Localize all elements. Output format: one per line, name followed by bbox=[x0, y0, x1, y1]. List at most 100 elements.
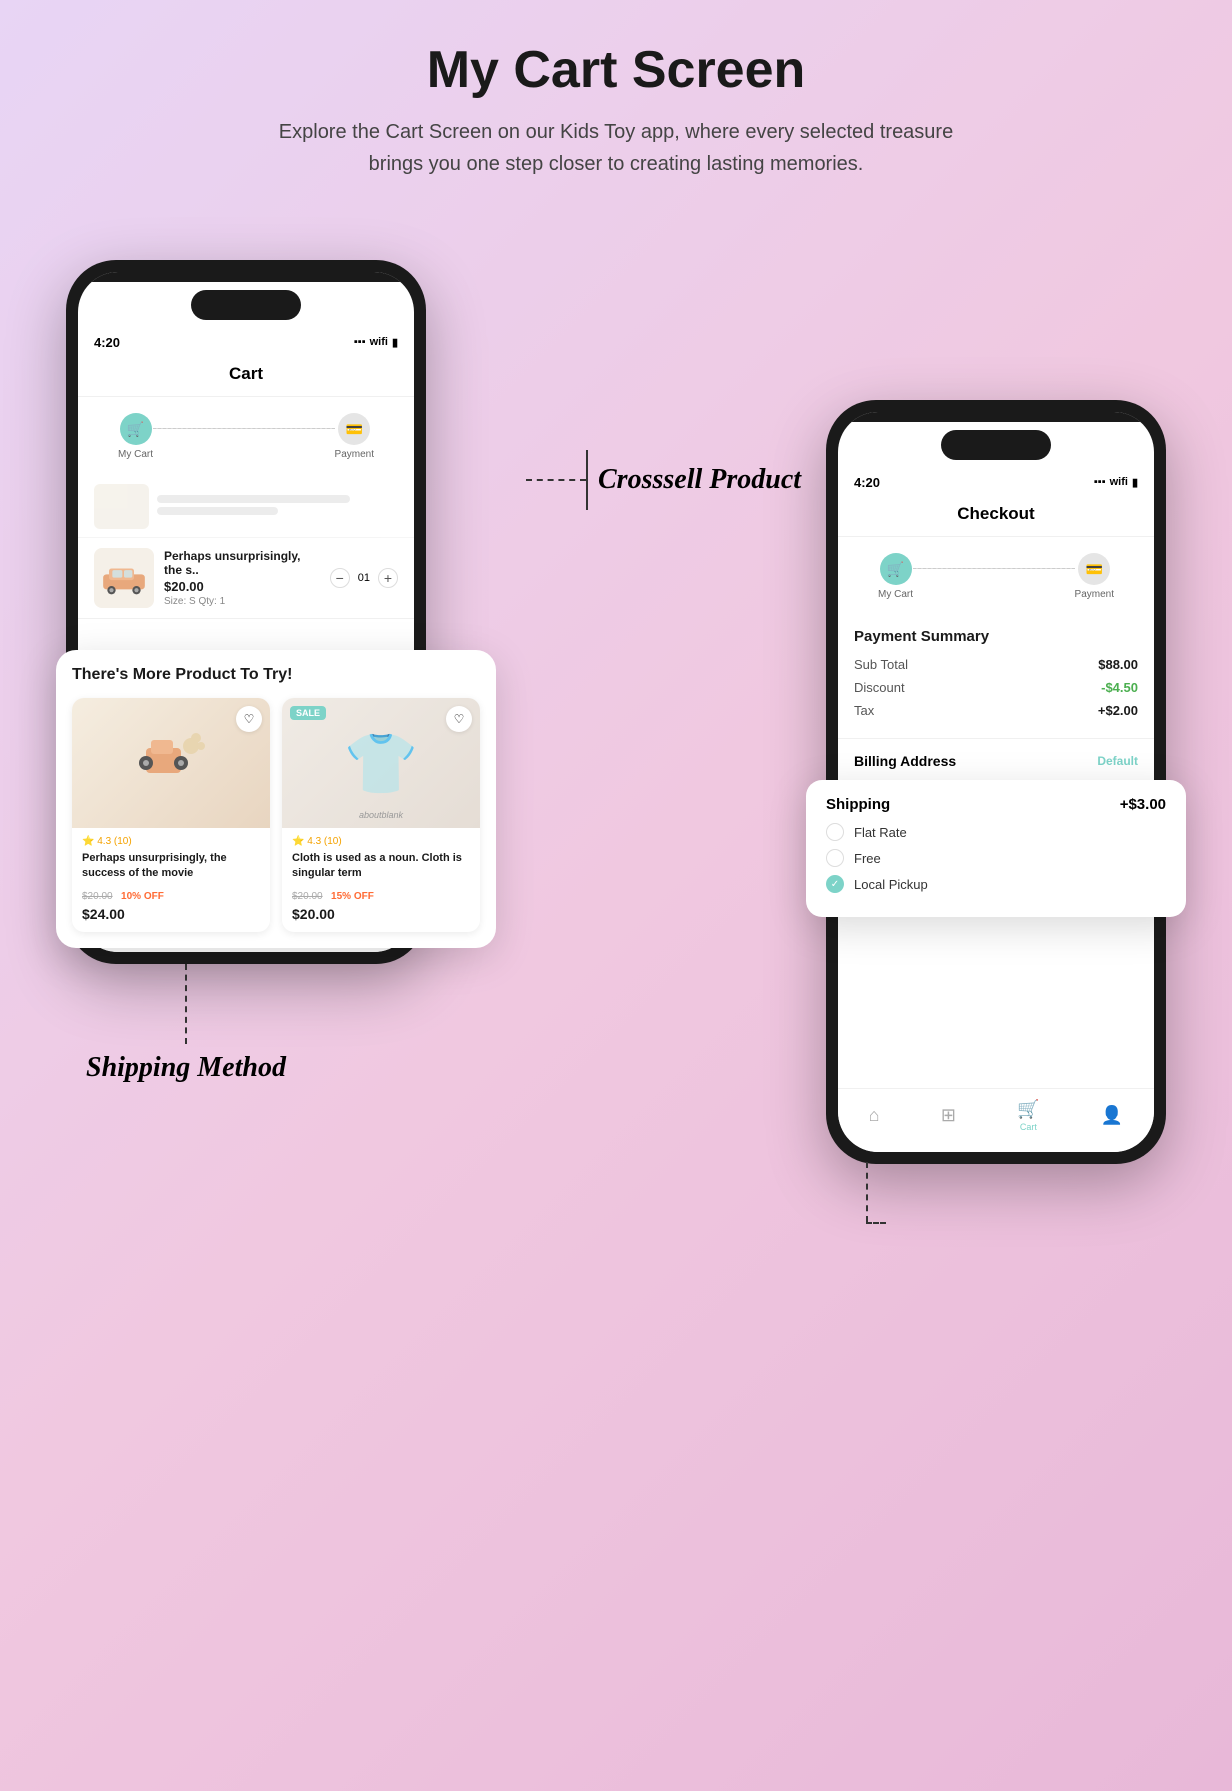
product-card-2[interactable]: 👕 aboutblank SALE ♡ ⭐ 4.3 (10) Cloth is … bbox=[282, 698, 480, 932]
checkout-grid-icon: ⊞ bbox=[941, 1105, 956, 1126]
billing-title: Billing Address bbox=[854, 753, 956, 769]
steps-progress: 🛒 My Cart 💳 Payment bbox=[78, 397, 414, 476]
discount-value: -$4.50 bbox=[1101, 680, 1138, 695]
page-subtitle: Explore the Cart Screen on our Kids Toy … bbox=[266, 116, 966, 180]
tax-row: Tax +$2.00 bbox=[854, 703, 1138, 718]
checkout-nav-cart-label: Cart bbox=[1020, 1122, 1037, 1132]
toy-car-image bbox=[99, 561, 149, 596]
subtotal-row: Sub Total $88.00 bbox=[854, 657, 1138, 672]
wishlist-btn-2[interactable]: ♡ bbox=[446, 706, 472, 732]
shirt-illustration: 👕 bbox=[344, 728, 419, 799]
cart-item-size: Size: S Qty: 1 bbox=[164, 596, 320, 607]
product-1-orig-price: $20.00 bbox=[82, 891, 113, 902]
cart-item-image bbox=[94, 548, 154, 608]
partial-item-text bbox=[157, 495, 398, 519]
product-1-pricing: $20.00 10% OFF bbox=[82, 886, 260, 904]
flatrate-radio[interactable] bbox=[826, 823, 844, 841]
subtotal-value: $88.00 bbox=[1098, 657, 1138, 672]
tax-label: Tax bbox=[854, 703, 874, 718]
product-2-name: Cloth is used as a noun. Cloth is singul… bbox=[292, 851, 470, 882]
checkout-nav-home[interactable]: ⌂ bbox=[869, 1105, 880, 1126]
crossell-title: There's More Product To Try! bbox=[72, 666, 480, 684]
product-2-rating: ⭐ 4.3 (10) bbox=[292, 836, 470, 847]
checkout-step1-circle: 🛒 bbox=[880, 553, 912, 585]
checkout-status-bar: 4:20 ▪▪▪ wifi ▮ bbox=[838, 468, 1154, 496]
battery-icon: ▮ bbox=[392, 336, 398, 349]
checkout-status-icons: ▪▪▪ wifi ▮ bbox=[1094, 476, 1138, 489]
product-2-image: 👕 aboutblank SALE ♡ bbox=[282, 698, 480, 828]
page-title: My Cart Screen bbox=[427, 40, 806, 100]
partial-item-image bbox=[94, 484, 149, 529]
product-2-pricing: $20.00 15% OFF bbox=[292, 886, 470, 904]
step2-circle: 💳 bbox=[338, 413, 370, 445]
checkout-steps: 🛒 My Cart 💳 Payment bbox=[838, 537, 1154, 616]
cart-item-name: Perhaps unsurprisingly, the s.. bbox=[164, 549, 320, 577]
sale-badge: SALE bbox=[290, 706, 326, 720]
qty-controls[interactable]: − 01 + bbox=[330, 568, 398, 588]
product-2-discount: 15% OFF bbox=[331, 891, 374, 902]
checkout-step2: 💳 Payment bbox=[1075, 553, 1114, 600]
product-1-name: Perhaps unsurprisingly, the success of t… bbox=[82, 851, 260, 882]
shipping-option-flatrate[interactable]: Flat Rate bbox=[826, 823, 1166, 841]
shipping-option-free[interactable]: Free bbox=[826, 849, 1166, 867]
status-time: 4:20 bbox=[94, 335, 120, 350]
subtotal-label: Sub Total bbox=[854, 657, 908, 672]
shipping-annotation-area: Shipping Method bbox=[86, 964, 286, 1084]
free-label: Free bbox=[854, 851, 881, 866]
crossell-products: ♡ ⭐ 4.3 (10) Perhaps unsurprisingly, the… bbox=[72, 698, 480, 932]
checkout-signal-icon: ▪▪▪ bbox=[1094, 476, 1106, 488]
checkout-nav-cart[interactable]: 🛒 Cart bbox=[1017, 1099, 1039, 1132]
cart-screen-header: Cart bbox=[78, 356, 414, 397]
qty-increase[interactable]: + bbox=[378, 568, 398, 588]
crossell-annotation-label: Crosssell Product bbox=[598, 464, 801, 496]
product-2-price: $20.00 bbox=[292, 906, 470, 922]
wifi-icon: wifi bbox=[370, 336, 388, 348]
checkout-step1: 🛒 My Cart bbox=[878, 553, 913, 600]
product-card-1[interactable]: ♡ ⭐ 4.3 (10) Perhaps unsurprisingly, the… bbox=[72, 698, 270, 932]
crossell-popup: There's More Product To Try! bbox=[56, 650, 496, 948]
checkout-cart-icon: 🛒 bbox=[1017, 1099, 1039, 1120]
product-2-orig-price: $20.00 bbox=[292, 891, 323, 902]
bottom-nav-checkout: ⌂ ⊞ 🛒 Cart 👤 bbox=[838, 1088, 1154, 1152]
localpickup-label: Local Pickup bbox=[854, 877, 928, 892]
shipping-option-localpickup[interactable]: Local Pickup bbox=[826, 875, 1166, 893]
step1-circle: 🛒 bbox=[120, 413, 152, 445]
checkout-nav-profile[interactable]: 👤 bbox=[1101, 1105, 1123, 1126]
checkout-profile-icon: 👤 bbox=[1101, 1105, 1123, 1126]
status-icons: ▪▪▪ wifi ▮ bbox=[354, 336, 398, 349]
checkout-step2-circle: 💳 bbox=[1078, 553, 1110, 585]
shipping-dashed-connector bbox=[866, 1162, 886, 1224]
cart-item-price: $20.00 bbox=[164, 579, 320, 594]
discount-row: Discount -$4.50 bbox=[854, 680, 1138, 695]
product-1-price: $24.00 bbox=[82, 906, 260, 922]
dynamic-island-2 bbox=[941, 430, 1051, 460]
signal-icon: ▪▪▪ bbox=[354, 336, 366, 348]
checkout-status-time: 4:20 bbox=[854, 475, 880, 490]
dynamic-island bbox=[191, 290, 301, 320]
product-2-info: ⭐ 4.3 (10) Cloth is used as a noun. Clot… bbox=[282, 828, 480, 932]
shipping-price: +$3.00 bbox=[1120, 796, 1166, 813]
partial-cart-item bbox=[78, 476, 414, 538]
product-1-info: ⭐ 4.3 (10) Perhaps unsurprisingly, the s… bbox=[72, 828, 270, 932]
product-1-rating: ⭐ 4.3 (10) bbox=[82, 836, 260, 847]
product-1-image: ♡ bbox=[72, 698, 270, 828]
localpickup-radio[interactable] bbox=[826, 875, 844, 893]
checkout-screen-header: Checkout bbox=[838, 496, 1154, 537]
payment-summary-section: Payment Summary Sub Total $88.00 Discoun… bbox=[838, 616, 1154, 738]
flatrate-label: Flat Rate bbox=[854, 825, 907, 840]
checkout-battery-icon: ▮ bbox=[1132, 476, 1138, 489]
tax-value: +$2.00 bbox=[1098, 703, 1138, 718]
discount-label: Discount bbox=[854, 680, 905, 695]
free-radio[interactable] bbox=[826, 849, 844, 867]
qty-value: 01 bbox=[358, 572, 370, 584]
shipping-title: Shipping bbox=[826, 796, 890, 813]
checkout-home-icon: ⌂ bbox=[869, 1105, 880, 1126]
shipping-annotation-label: Shipping Method bbox=[86, 1052, 286, 1084]
wishlist-btn-1[interactable]: ♡ bbox=[236, 706, 262, 732]
qty-decrease[interactable]: − bbox=[330, 568, 350, 588]
status-bar: 4:20 ▪▪▪ wifi ▮ bbox=[78, 328, 414, 356]
product-1-discount: 10% OFF bbox=[121, 891, 164, 902]
crossell-annotation-area: Crosssell Product bbox=[526, 450, 801, 510]
checkout-nav-grid[interactable]: ⊞ bbox=[941, 1105, 956, 1126]
product-1-illustration bbox=[126, 718, 216, 808]
